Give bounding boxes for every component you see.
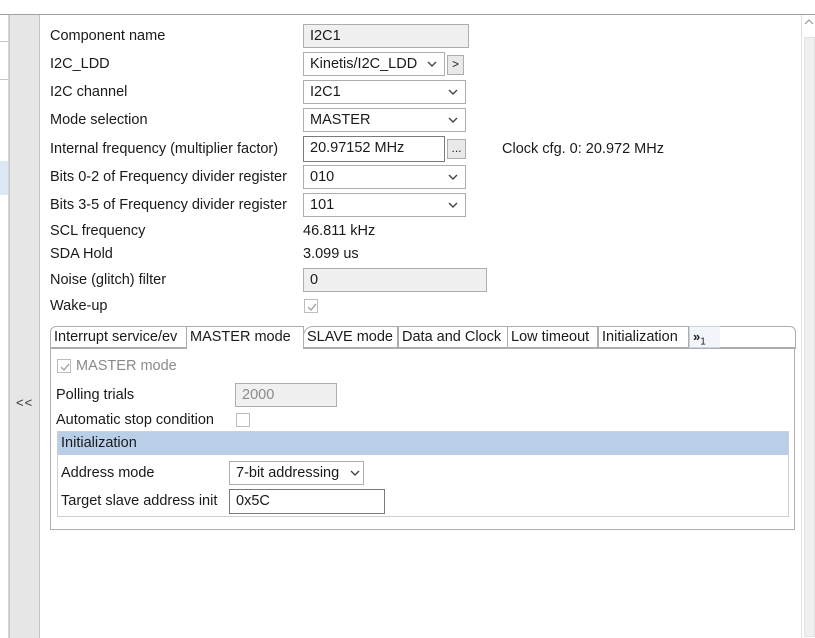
- i2c-ldd-value: Kinetis/I2C_LDD: [310, 56, 418, 72]
- sda-hold-label: SDA Hold: [50, 246, 113, 262]
- initialization-header: Initialization: [58, 432, 788, 455]
- collapse-panel-button[interactable]: <<: [9, 15, 40, 638]
- component-name-label: Component name: [50, 28, 166, 44]
- i2c-channel-select[interactable]: I2C1: [303, 80, 466, 104]
- tab-slave-mode[interactable]: SLAVE mode: [303, 326, 398, 348]
- tab-initialization[interactable]: Initialization: [598, 326, 689, 348]
- scroll-thumb[interactable]: [804, 37, 815, 637]
- tab-overflow-button[interactable]: »1: [689, 326, 721, 348]
- master-mode-checkbox[interactable]: [57, 359, 71, 373]
- mode-selection-label: Mode selection: [50, 112, 148, 128]
- target-slave-address-field[interactable]: 0x5C: [229, 489, 385, 514]
- i2c-channel-label: I2C channel: [50, 84, 128, 100]
- chevron-down-icon: [446, 168, 460, 186]
- address-mode-select[interactable]: 7-bit addressing: [229, 461, 364, 485]
- i2c-ldd-select[interactable]: Kinetis/I2C_LDD: [303, 52, 445, 76]
- left-tree-strip: [0, 15, 9, 638]
- browse-frequency-button[interactable]: ...: [447, 139, 466, 159]
- tree-row: [0, 59, 8, 80]
- wakeup-label: Wake-up: [50, 298, 108, 314]
- master-mode-label: MASTER mode: [76, 358, 177, 374]
- bits02-value: 010: [310, 169, 335, 185]
- mode-selection-value: MASTER: [310, 112, 371, 128]
- bits35-label: Bits 3-5 of Frequency divider register: [50, 197, 287, 213]
- tree-row: [0, 15, 8, 42]
- target-slave-address-label: Target slave address init: [61, 493, 218, 509]
- address-mode-label: Address mode: [61, 465, 155, 481]
- mode-selection-select[interactable]: MASTER: [303, 108, 466, 132]
- top-border: [0, 14, 815, 15]
- scl-frequency-value: 46.811 kHz: [303, 223, 376, 239]
- clock-config-note: Clock cfg. 0: 20.972 MHz: [502, 141, 664, 157]
- goto-component-button[interactable]: >: [447, 55, 464, 75]
- polling-trials-field[interactable]: 2000: [235, 383, 337, 407]
- chevron-down-icon: [446, 111, 460, 129]
- tree-row-selected[interactable]: [0, 161, 8, 195]
- tab-master-mode[interactable]: MASTER mode: [186, 326, 304, 349]
- chevron-down-icon: [446, 83, 460, 101]
- tab-strip: Interrupt service/ev MASTER mode SLAVE m…: [50, 326, 796, 349]
- checkmark-icon: [307, 303, 317, 312]
- collapse-label: <<: [16, 395, 34, 410]
- wakeup-checkbox[interactable]: [304, 299, 318, 313]
- polling-trials-label: Polling trials: [56, 387, 135, 403]
- vertical-scrollbar[interactable]: [801, 15, 815, 638]
- tab-data-and-clock[interactable]: Data and Clock: [398, 326, 508, 348]
- sda-hold-value: 3.099 us: [303, 246, 359, 262]
- tab-interrupt-service[interactable]: Interrupt service/ev: [50, 326, 187, 348]
- tab-overflow-count: 1: [700, 336, 706, 348]
- internal-frequency-label: Internal frequency (multiplier factor): [50, 141, 279, 157]
- chevron-down-icon: [425, 55, 439, 73]
- address-mode-value: 7-bit addressing: [236, 465, 340, 481]
- tab-strip-filler: [720, 326, 796, 348]
- scroll-up-icon[interactable]: [804, 17, 814, 27]
- noise-filter-label: Noise (glitch) filter: [50, 272, 167, 288]
- i2c-ldd-label: I2C_LDD: [50, 56, 110, 72]
- component-name-field[interactable]: I2C1: [303, 24, 469, 48]
- bits35-select[interactable]: 101: [303, 193, 466, 217]
- auto-stop-label: Automatic stop condition: [56, 412, 214, 428]
- internal-frequency-field[interactable]: 20.97152 MHz: [303, 136, 445, 162]
- noise-filter-field[interactable]: 0: [303, 268, 487, 292]
- checkmark-icon: [60, 363, 70, 372]
- tab-low-timeout[interactable]: Low timeout: [507, 326, 598, 348]
- bits02-select[interactable]: 010: [303, 165, 466, 189]
- bits35-value: 101: [310, 197, 335, 213]
- chevron-down-icon: [446, 196, 460, 214]
- chevron-down-icon: [349, 464, 361, 482]
- i2c-channel-value: I2C1: [310, 84, 341, 100]
- bits02-label: Bits 0-2 of Frequency divider register: [50, 169, 287, 185]
- auto-stop-checkbox[interactable]: [236, 413, 250, 427]
- scl-frequency-label: SCL frequency: [50, 223, 146, 239]
